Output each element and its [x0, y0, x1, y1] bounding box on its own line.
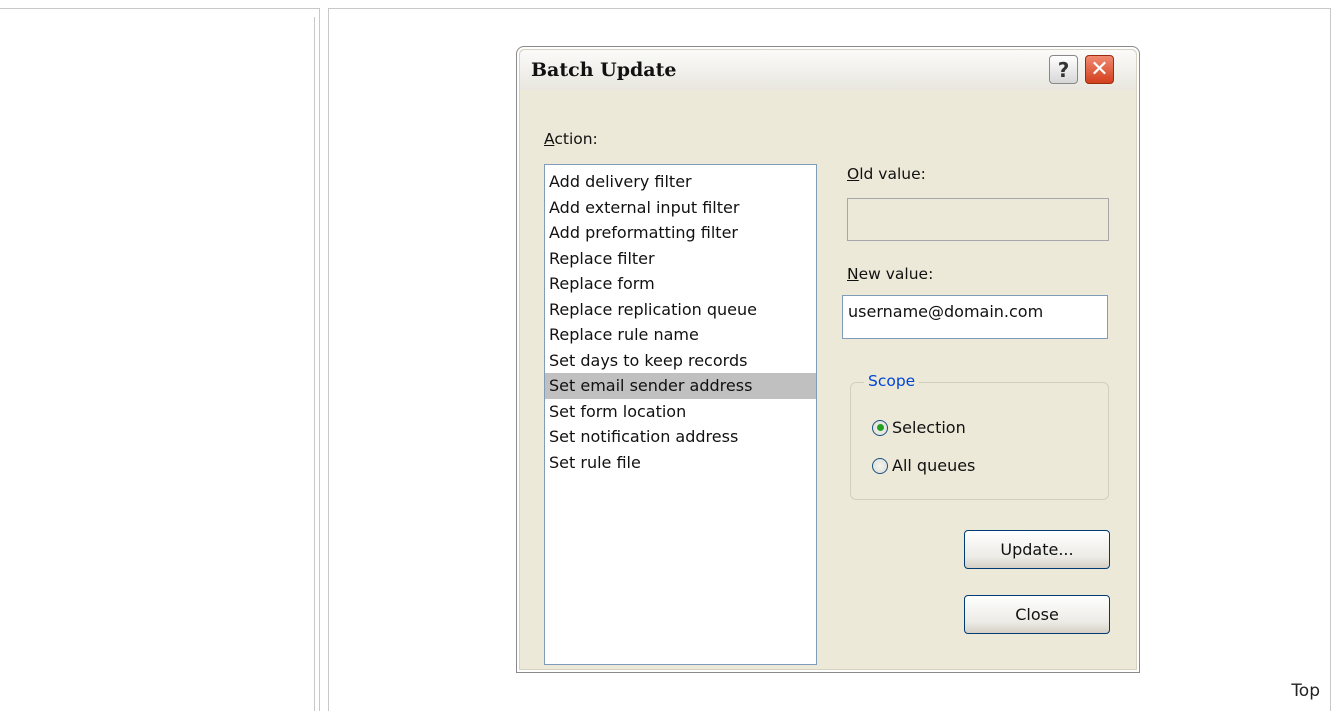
close-window-button[interactable]: ✕ — [1085, 55, 1114, 84]
scope-selection-label: Selection — [892, 418, 966, 437]
update-button[interactable]: Update... — [964, 530, 1110, 569]
radio-selected-icon[interactable] — [872, 419, 888, 436]
list-item[interactable]: Replace form — [545, 271, 816, 297]
action-label-text: ction: — [554, 130, 598, 148]
scope-option-all-queues[interactable]: All queues — [872, 456, 975, 475]
old-value-field — [847, 198, 1109, 241]
close-x-icon: ✕ — [1090, 57, 1109, 82]
scope-option-selection[interactable]: Selection — [872, 418, 966, 437]
left-column — [0, 8, 320, 711]
new-value-field[interactable]: username@domain.com — [842, 295, 1108, 339]
list-item[interactable]: Set rule file — [545, 450, 816, 476]
left-column-rule — [314, 17, 315, 711]
action-listbox[interactable]: Add delivery filter Add external input fi… — [544, 164, 817, 665]
dialog-title: Batch Update — [531, 59, 677, 81]
list-item[interactable]: Replace filter — [545, 246, 816, 272]
old-value-accelerator: O — [847, 165, 860, 183]
help-button[interactable]: ? — [1049, 55, 1078, 84]
top-link[interactable]: Top — [1291, 681, 1320, 701]
list-item[interactable]: Add preformatting filter — [545, 220, 816, 246]
list-item[interactable]: Set email sender address — [545, 373, 816, 399]
question-mark-icon: ? — [1057, 57, 1070, 82]
new-value-label-text: ew value: — [858, 265, 934, 283]
title-bar[interactable]: Batch Update ? ✕ — [520, 50, 1136, 90]
action-label-accelerator: A — [544, 130, 555, 148]
action-label: Action: — [544, 130, 598, 148]
scope-all-queues-label: All queues — [892, 456, 976, 475]
old-value-label-text: ld value: — [859, 165, 926, 183]
new-value-label: New value: — [847, 265, 933, 283]
list-item[interactable]: Add external input filter — [545, 195, 816, 221]
list-item[interactable]: Replace replication queue — [545, 297, 816, 323]
old-value-label: Old value: — [847, 165, 926, 183]
radio-dot — [876, 424, 884, 431]
new-value-accelerator: N — [847, 265, 859, 283]
list-item[interactable]: Set form location — [545, 399, 816, 425]
scope-legend: Scope — [864, 372, 920, 390]
list-item[interactable]: Set days to keep records — [545, 348, 816, 374]
list-item[interactable]: Set notification address — [545, 424, 816, 450]
list-item[interactable]: Add delivery filter — [545, 169, 816, 195]
list-item[interactable]: Replace rule name — [545, 322, 816, 348]
radio-unselected-icon[interactable] — [872, 457, 888, 474]
action-list-items: Add delivery filter Add external input fi… — [545, 165, 816, 475]
close-button[interactable]: Close — [964, 595, 1110, 634]
scope-group — [850, 382, 1109, 500]
